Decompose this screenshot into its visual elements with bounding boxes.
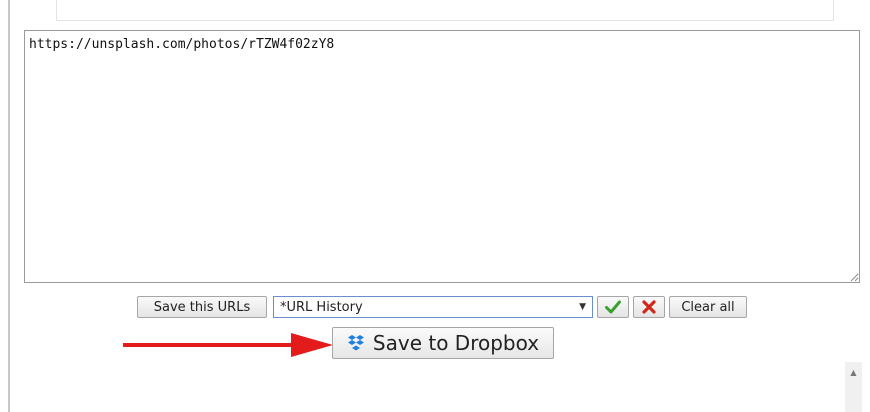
url-history-select[interactable]: *URL History ▼ bbox=[273, 296, 593, 318]
dropbox-icon bbox=[347, 335, 364, 351]
save-urls-label: Save this URLs bbox=[153, 299, 251, 315]
scrollbar[interactable]: ▲ bbox=[845, 362, 862, 412]
clear-all-label: Clear all bbox=[681, 299, 735, 315]
checkmark-icon bbox=[605, 300, 621, 314]
x-icon bbox=[642, 300, 656, 314]
url-history-selected: *URL History bbox=[280, 299, 363, 315]
save-urls-button[interactable]: Save this URLs bbox=[137, 296, 267, 318]
delete-button[interactable] bbox=[633, 296, 665, 318]
left-border bbox=[8, 0, 10, 412]
dropdown-arrow-icon: ▼ bbox=[579, 302, 586, 312]
save-to-dropbox-button[interactable]: Save to Dropbox bbox=[332, 327, 554, 359]
url-controls: Save this URLs *URL History ▼ Clear all bbox=[137, 295, 747, 319]
red-arrow bbox=[123, 333, 333, 357]
save-to-dropbox-label: Save to Dropbox bbox=[372, 331, 540, 355]
confirm-button[interactable] bbox=[597, 296, 629, 318]
scroll-up-icon[interactable]: ▲ bbox=[845, 366, 862, 378]
top-panel bbox=[56, 0, 834, 21]
clear-all-button[interactable]: Clear all bbox=[669, 296, 747, 318]
url-textarea[interactable] bbox=[24, 30, 860, 283]
